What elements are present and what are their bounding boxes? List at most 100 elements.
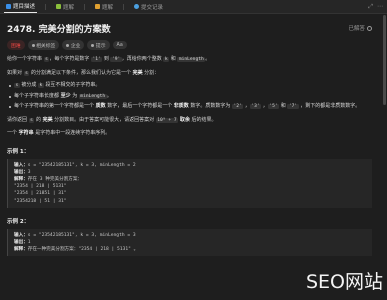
tab-divider	[84, 3, 86, 10]
bold-text: 完美	[42, 116, 53, 123]
return-paragraph: 请你返回 s 的 完美 分割数目。由于答案可能很大，请返回答案对 10⁹ + 7…	[7, 117, 372, 125]
text: 每个子字符串的第一个字符都是一个	[14, 103, 96, 109]
example-output: 输出：3	[14, 169, 366, 176]
inline-code: '5'	[267, 104, 280, 109]
value: 3	[27, 169, 31, 175]
expand-icon[interactable]: ⤢	[368, 3, 373, 11]
value: 存在 3 种完美分割方案：	[27, 176, 83, 182]
text: 的	[34, 116, 43, 123]
bold-text: 字符串	[18, 130, 34, 136]
font-size-button[interactable]: Aa	[112, 41, 127, 49]
tab-label: 题目描述	[13, 4, 36, 10]
tab-divider	[123, 3, 125, 10]
text: ，剩下的都是非质数数字。	[298, 103, 361, 109]
text: 为	[70, 92, 79, 99]
label: 输入：	[14, 162, 28, 168]
related-tags-label: 相关标签	[36, 43, 56, 49]
text: 。	[106, 92, 112, 99]
bold-text: 取余	[178, 116, 190, 123]
text: 数字，最后一个字符都是一个	[105, 103, 174, 109]
text: 分割数目。由于答案可能很大，请返回答案对	[52, 116, 156, 123]
text: 是字符串中一段连续字符串序列。	[33, 130, 111, 136]
bold-text: 非质数	[173, 103, 189, 109]
window-controls: ⤢ ⋯	[368, 3, 383, 11]
list-item: 每个子字符串长度都 至少 为 minLength。	[7, 93, 372, 101]
example-input: 输入：s = "23542185131", k = 3, minLength =…	[14, 232, 366, 239]
substring-paragraph: 一个 字符串 是字符串中一段连续字符串序列。	[7, 130, 372, 138]
title-row: 2478. 完美分割的方案数 已解答	[7, 21, 372, 35]
watermark: SEO网站	[305, 271, 383, 293]
clock-icon	[134, 4, 140, 9]
inline-code: 10⁹ + 7	[155, 117, 179, 123]
inline-code: '9'	[110, 57, 122, 62]
list-item: s 被分成 k 段互不相交的子字符串。	[7, 82, 372, 90]
text: 段互不相交的子字符串。	[43, 82, 101, 88]
example-explanation: 解释：存在 3 种完美分割方案：	[14, 176, 366, 183]
label: 输入：	[14, 232, 28, 238]
example-input: 输入：s = "23542185131", k = 3, minLength =…	[14, 162, 366, 169]
text: ，再给你两个整数	[121, 56, 164, 62]
tab-label: 提交记录	[141, 4, 164, 11]
tab-label: 题解	[63, 4, 75, 11]
label: 解释：	[14, 247, 28, 253]
related-tags-button[interactable]: 相关标签	[27, 40, 60, 50]
value: 存在一种完美分割方案："2354 | 218 | 5131" 。	[27, 247, 139, 253]
company-label: 企业	[70, 43, 81, 49]
text: 数字。质数数字为	[188, 103, 232, 109]
definition-paragraph: 如果对 s 的分割满足以下条件，那么我们认为它是一个 完美 分割：	[7, 70, 372, 78]
label: 输出：	[14, 169, 28, 175]
text: 的分割满足以下条件，那么我们认为它是一个	[29, 69, 133, 76]
value: s = "23542185131", k = 3, minLength = 2	[27, 162, 136, 168]
example-2-block: 输入：s = "23542185131", k = 3, minLength =…	[7, 228, 372, 257]
tab-editorial[interactable]: 题解	[93, 0, 115, 13]
hint-button[interactable]: 提示	[87, 40, 110, 50]
book-icon	[95, 4, 101, 9]
example-explanation: 解释：存在一种完美分割方案："2354 | 218 | 5131" 。	[14, 246, 366, 253]
difficulty-badge: 困难	[7, 40, 25, 50]
example-line: "2354 | 21851 | 31"	[14, 191, 67, 197]
value: s = "23542185131", k = 3, minLength = 3	[27, 232, 136, 238]
bold-text: 完美	[132, 69, 143, 76]
tab-divider	[45, 3, 47, 10]
bulb-icon	[91, 43, 95, 47]
label: 输出：	[14, 239, 28, 245]
tab-submissions[interactable]: 提交记录	[132, 0, 165, 13]
tag-row: 困难 相关标签 企业 提示 Aa	[7, 40, 372, 50]
bold-text: 至少	[60, 92, 71, 99]
tag-icon	[31, 43, 35, 47]
intro-paragraph: 给你一个字符串 s ，每个字符是数字 '1' 到 '9' ，再给你两个整数 k 和 …	[7, 56, 372, 64]
text: 每个子字符串长度都	[14, 92, 61, 99]
example-output: 输出：1	[14, 239, 366, 246]
label: 解释：	[14, 176, 28, 182]
flask-icon	[56, 4, 62, 9]
tab-label: 题解	[102, 4, 114, 11]
text: 请你返回	[7, 116, 29, 123]
more-icon[interactable]: ⋯	[377, 3, 383, 11]
tab-description[interactable]: 题目描述	[4, 0, 38, 13]
example-line: "2354218 | 51 | 31"	[14, 198, 67, 204]
problem-description: 2478. 完美分割的方案数 已解答 困难 相关标签 企业 提示 Aa 给你一个…	[0, 15, 379, 300]
tab-solutions[interactable]: 题解	[54, 0, 76, 13]
problem-title[interactable]: 2478. 完美分割的方案数	[7, 22, 111, 35]
value: 1	[27, 239, 31, 245]
text: 分割：	[142, 69, 160, 76]
text: ，	[261, 103, 268, 109]
company-button[interactable]: 企业	[62, 40, 85, 50]
check-circle-icon	[367, 25, 372, 31]
example-1-block: 输入：s = "23542185131", k = 3, minLength =…	[7, 158, 372, 208]
text: 后的结果。	[189, 116, 217, 123]
text: 被分成	[19, 82, 38, 88]
lock-icon	[66, 43, 70, 47]
text: 如果对	[7, 69, 24, 76]
text: ，	[243, 103, 250, 109]
example-1-title: 示例 1：	[7, 148, 30, 155]
scrollbar[interactable]	[383, 15, 386, 105]
doc-icon	[6, 3, 11, 9]
inline-code: '3'	[249, 104, 262, 109]
text: ，每个字符是数字	[49, 56, 91, 62]
solved-status: 已解答	[348, 24, 372, 32]
conditions-list: s 被分成 k 段互不相交的子字符串。 每个子字符串长度都 至少 为 minLe…	[7, 82, 372, 111]
example-2-title: 示例 2：	[7, 218, 30, 225]
text: 一个	[7, 130, 19, 136]
tab-bar: 题目描述 题解 题解 提交记录 ⤢ ⋯	[0, 0, 387, 14]
